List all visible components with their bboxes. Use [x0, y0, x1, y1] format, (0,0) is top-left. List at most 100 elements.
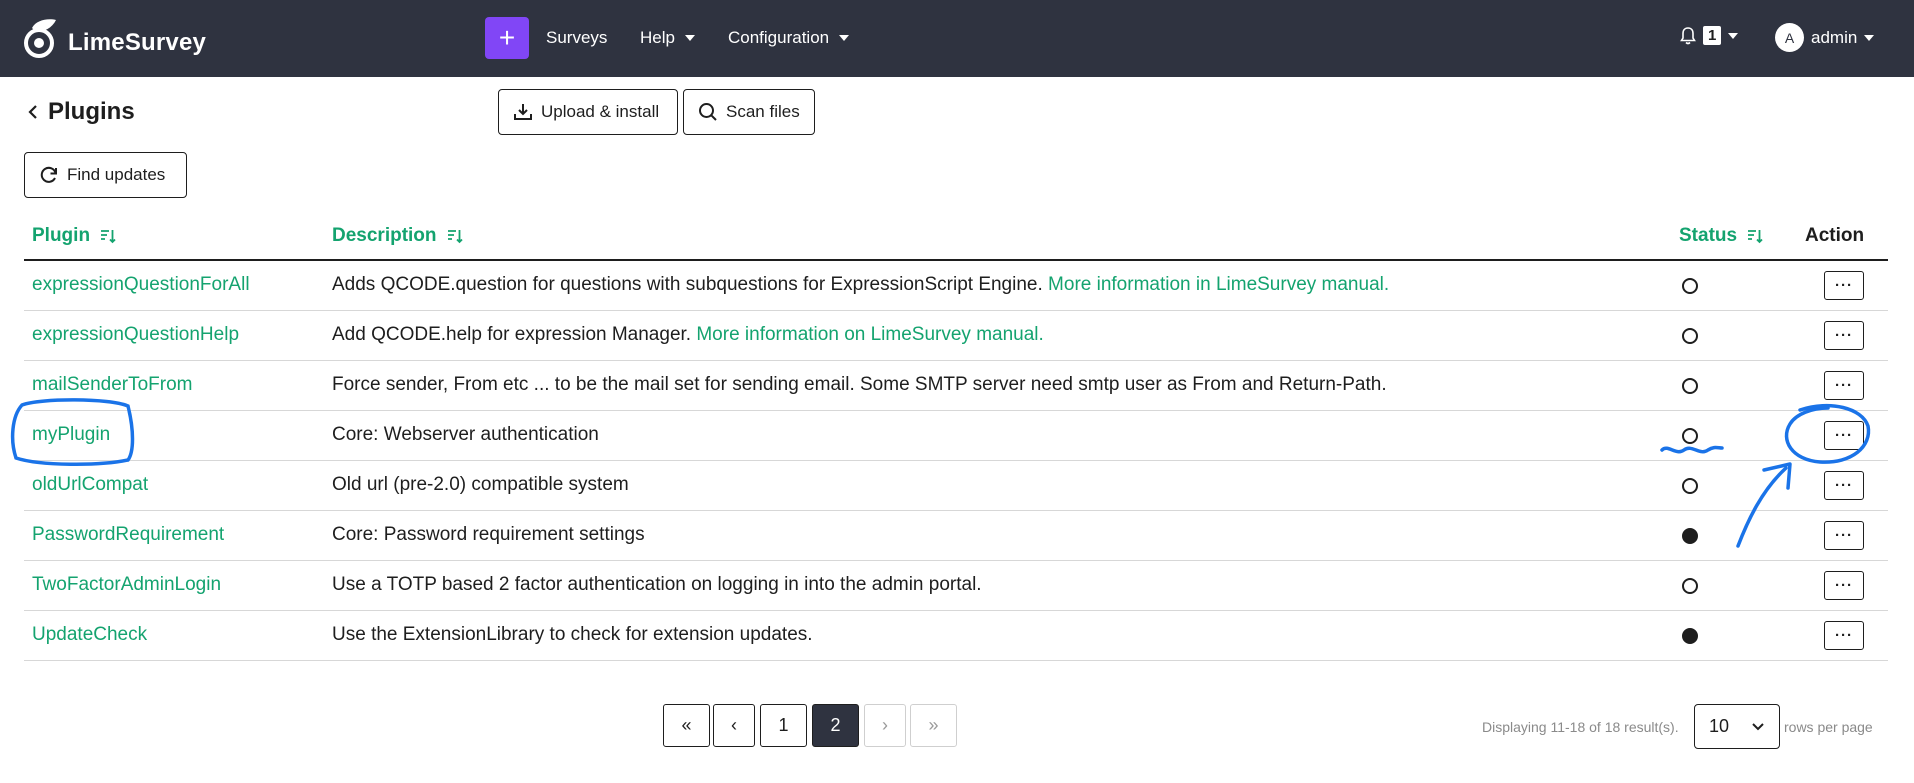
sort-icon — [101, 230, 116, 244]
create-survey-button[interactable]: + — [485, 17, 529, 59]
action-menu-button[interactable]: ··· — [1824, 571, 1864, 600]
plugin-description: Use the ExtensionLibrary to check for ex… — [332, 624, 813, 645]
plugin-name-link[interactable]: expressionQuestionForAll — [32, 274, 250, 296]
chevron-down-icon — [1864, 34, 1875, 41]
plugin-name-link[interactable]: mailSenderToFrom — [32, 374, 193, 396]
nav-help[interactable]: Help — [640, 28, 695, 48]
find-updates-label: Find updates — [67, 165, 166, 184]
nav-surveys[interactable]: Surveys — [546, 28, 607, 48]
status-active-icon[interactable] — [1682, 628, 1698, 644]
column-header-description[interactable]: Description — [332, 225, 463, 247]
plugin-description: Core: Webserver authentication — [332, 424, 599, 445]
nav-surveys-label: Surveys — [546, 28, 608, 47]
action-menu-button[interactable]: ··· — [1824, 421, 1864, 450]
plugin-name-link[interactable]: PasswordRequirement — [32, 524, 224, 546]
upload-install-label: Upload & install — [541, 102, 660, 121]
brand[interactable]: LimeSurvey — [22, 16, 206, 60]
column-header-plugin[interactable]: Plugin — [32, 225, 116, 247]
plugin-description: Old url (pre-2.0) compatible system — [332, 474, 629, 495]
column-status-label: Status — [1679, 225, 1738, 246]
page-button-2[interactable]: 2 — [812, 704, 859, 747]
last-page-button: » — [910, 704, 957, 747]
first-page-button[interactable]: « — [663, 704, 710, 747]
action-menu-button[interactable]: ··· — [1824, 621, 1864, 650]
sort-icon — [447, 230, 463, 244]
chevron-down-icon — [839, 35, 850, 41]
table-row: expressionQuestionHelp Add QCODE.help fo… — [24, 311, 1888, 361]
plugins-table: Plugin Description Status Action express — [24, 212, 1888, 661]
results-summary: Displaying 11-18 of 18 result(s). — [1482, 719, 1679, 735]
plugin-description: Core: Password requirement settings — [332, 524, 645, 545]
status-inactive-icon[interactable] — [1682, 328, 1698, 344]
table-row: mailSenderToFrom Force sender, From etc … — [24, 361, 1888, 411]
plugin-description: Force sender, From etc ... to be the mai… — [332, 374, 1387, 395]
search-icon — [699, 103, 717, 121]
download-icon — [514, 104, 532, 120]
user-menu[interactable]: A admin — [1775, 23, 1875, 52]
plugin-description: Add QCODE.help for expression Manager. M… — [332, 324, 1044, 346]
status-inactive-icon[interactable] — [1682, 578, 1698, 594]
chevron-down-icon — [1728, 32, 1739, 39]
action-menu-button[interactable]: ··· — [1824, 371, 1864, 400]
upload-install-button[interactable]: Upload & install — [498, 89, 678, 135]
rows-per-page-value: 10 — [1709, 716, 1730, 736]
table-row: UpdateCheck Use the ExtensionLibrary to … — [24, 611, 1888, 661]
status-active-icon[interactable] — [1682, 528, 1698, 544]
avatar: A — [1775, 23, 1804, 52]
rows-per-page-label: rows per page — [1784, 719, 1873, 735]
column-plugin-label: Plugin — [32, 225, 91, 246]
column-description-label: Description — [332, 225, 437, 246]
status-inactive-icon[interactable] — [1682, 428, 1698, 444]
status-inactive-icon[interactable] — [1682, 278, 1698, 294]
chevron-left-icon — [28, 105, 37, 119]
plugin-name-link[interactable]: TwoFactorAdminLogin — [32, 574, 221, 596]
status-inactive-icon[interactable] — [1682, 378, 1698, 394]
column-header-action: Action — [1805, 225, 1864, 247]
nav-configuration-label: Configuration — [728, 28, 830, 47]
description-text: Adds QCODE.question for questions with s… — [332, 274, 1043, 295]
plugin-name-link[interactable]: myPlugin — [32, 424, 110, 446]
action-menu-button[interactable]: ··· — [1824, 471, 1864, 500]
scan-files-label: Scan files — [726, 102, 800, 121]
table-row: expressionQuestionForAll Adds QCODE.ques… — [24, 261, 1888, 311]
user-name: admin — [1811, 27, 1858, 47]
status-inactive-icon[interactable] — [1682, 478, 1698, 494]
manual-link[interactable]: More information on LimeSurvey manual. — [696, 324, 1043, 345]
prev-page-button[interactable]: ‹ — [713, 704, 755, 747]
refresh-icon — [40, 166, 57, 183]
page-button-1[interactable]: 1 — [760, 704, 807, 747]
column-action-label: Action — [1805, 225, 1865, 246]
sort-icon — [1748, 230, 1763, 244]
action-menu-button[interactable]: ··· — [1824, 321, 1864, 350]
rows-per-page-select[interactable]: 10 — [1694, 704, 1780, 749]
brand-name: LimeSurvey — [68, 29, 207, 56]
manual-link[interactable]: More information in LimeSurvey manual. — [1048, 274, 1389, 295]
scan-files-button[interactable]: Scan files — [683, 89, 815, 135]
limesurvey-logo-icon — [24, 19, 56, 58]
action-menu-button[interactable]: ··· — [1824, 271, 1864, 300]
notifications-dropdown[interactable]: 1 — [1680, 26, 1739, 45]
table-row: PasswordRequirement Core: Password requi… — [24, 511, 1888, 561]
nav-help-label: Help — [640, 28, 675, 47]
page-title[interactable]: Plugins — [28, 98, 135, 126]
action-menu-button[interactable]: ··· — [1824, 521, 1864, 550]
plugin-name-link[interactable]: UpdateCheck — [32, 624, 147, 646]
top-navbar: LimeSurvey + Surveys Help Configuration … — [0, 0, 1914, 77]
table-row: myPlugin Core: Webserver authentication … — [24, 411, 1888, 461]
column-header-status[interactable]: Status — [1679, 225, 1763, 247]
chevron-down-icon — [684, 35, 695, 41]
find-updates-button[interactable]: Find updates — [24, 152, 187, 198]
page-title-label: Plugins — [48, 98, 135, 125]
plugin-name-link[interactable]: oldUrlCompat — [32, 474, 148, 496]
plugin-name-link[interactable]: expressionQuestionHelp — [32, 324, 239, 346]
nav-configuration[interactable]: Configuration — [728, 28, 850, 48]
plugin-description: Use a TOTP based 2 factor authentication… — [332, 574, 982, 595]
notification-count-badge: 1 — [1703, 26, 1722, 45]
chevron-down-icon — [1752, 722, 1764, 730]
next-page-button: › — [864, 704, 906, 747]
table-row: oldUrlCompat Old url (pre-2.0) compatibl… — [24, 461, 1888, 511]
table-header: Plugin Description Status Action — [24, 212, 1888, 261]
table-row: TwoFactorAdminLogin Use a TOTP based 2 f… — [24, 561, 1888, 611]
description-text: Add QCODE.help for expression Manager. — [332, 324, 692, 345]
bell-icon — [1680, 26, 1696, 44]
